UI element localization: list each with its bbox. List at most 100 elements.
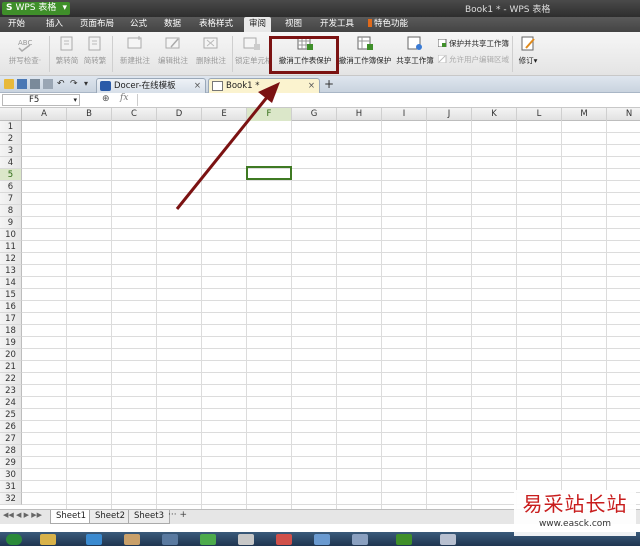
row-header[interactable]: 25 [0, 409, 22, 421]
row-header[interactable]: 10 [0, 229, 22, 241]
zoom-icon[interactable]: ⊕ [102, 94, 110, 104]
tab-home[interactable]: 开始 [8, 17, 25, 32]
column-header[interactable]: A [22, 108, 67, 121]
row-header[interactable]: 9 [0, 217, 22, 229]
allow-edit-ranges-button[interactable]: 允许用户编辑区域 [437, 54, 509, 65]
revise-button[interactable]: 修订▾ [515, 35, 541, 66]
column-header[interactable]: K [472, 108, 517, 121]
share-workbook-button[interactable]: 共享工作簿 [396, 35, 434, 66]
row-header[interactable]: 14 [0, 277, 22, 289]
undo-icon[interactable]: ↶ [57, 79, 67, 89]
row-header[interactable]: 23 [0, 385, 22, 397]
taskbar-wps-icon[interactable] [396, 534, 412, 545]
unprotect-workbook-button[interactable]: 撤消工作簿保护 [338, 35, 392, 66]
open-folder-icon[interactable] [4, 79, 14, 89]
row-header[interactable]: 26 [0, 421, 22, 433]
column-header[interactable]: H [337, 108, 382, 121]
row-header[interactable]: 29 [0, 457, 22, 469]
new-tab-button[interactable]: + [324, 77, 334, 91]
taskbar-app-icon[interactable] [162, 534, 178, 545]
lock-cell-button[interactable]: 锁定单元格 [235, 35, 269, 66]
row-header[interactable]: 12 [0, 253, 22, 265]
cell-area[interactable] [22, 121, 640, 509]
tab-review[interactable]: 审阅 [244, 17, 272, 32]
row-header[interactable]: 15 [0, 289, 22, 301]
row-header[interactable]: 1 [0, 121, 22, 133]
tab-formulas[interactable]: 公式 [130, 17, 147, 32]
row-header[interactable]: 6 [0, 181, 22, 193]
tab-data[interactable]: 数据 [164, 17, 181, 32]
column-header[interactable]: B [67, 108, 112, 121]
tab-insert[interactable]: 插入 [46, 17, 63, 32]
sheet-tab-sheet3[interactable]: Sheet3 [128, 510, 170, 524]
column-header[interactable]: I [382, 108, 427, 121]
spell-check-button[interactable]: ABC 拼写检查· [5, 35, 45, 66]
tab-book1[interactable]: Book1 * × [208, 78, 320, 93]
taskbar-app-icon[interactable] [352, 534, 368, 545]
column-header[interactable]: D [157, 108, 202, 121]
print-icon[interactable] [30, 79, 40, 89]
row-header[interactable]: 32 [0, 493, 22, 505]
column-header[interactable]: J [427, 108, 472, 121]
row-header[interactable]: 3 [0, 145, 22, 157]
row-header[interactable]: 30 [0, 469, 22, 481]
edit-comment-button[interactable]: 编辑批注 [155, 35, 191, 66]
print-preview-icon[interactable] [43, 79, 53, 89]
start-button-icon[interactable] [6, 534, 22, 545]
protect-share-workbook-button[interactable]: 保护并共享工作簿 [437, 38, 509, 49]
tab-table-styles[interactable]: 表格样式 [199, 17, 233, 32]
redo-icon[interactable]: ↷ [70, 79, 80, 89]
taskbar-app-icon[interactable] [200, 534, 216, 545]
column-header[interactable]: M [562, 108, 607, 121]
tab-page-layout[interactable]: 页面布局 [80, 17, 114, 32]
taskbar-app-icon[interactable] [440, 534, 456, 545]
row-header-selected[interactable]: 5 [0, 169, 22, 181]
row-header[interactable]: 2 [0, 133, 22, 145]
row-header[interactable]: 18 [0, 325, 22, 337]
name-box[interactable]: F5 ▾ [2, 94, 80, 106]
row-header[interactable]: 22 [0, 373, 22, 385]
row-header[interactable]: 8 [0, 205, 22, 217]
sheet-tab-sheet1[interactable]: Sheet1 [50, 510, 92, 524]
column-header[interactable]: N [607, 108, 640, 121]
row-header[interactable]: 11 [0, 241, 22, 253]
tab-docer-templates[interactable]: Docer-在线模板 × [96, 78, 206, 93]
wps-app-menu-button[interactable]: S WPS 表格 ▾ [2, 2, 70, 15]
row-header[interactable]: 7 [0, 193, 22, 205]
sheet-tab-sheet2[interactable]: Sheet2 [89, 510, 131, 524]
row-header[interactable]: 31 [0, 481, 22, 493]
insert-function-icon[interactable]: fx [120, 93, 128, 103]
close-icon[interactable]: × [308, 79, 315, 93]
selected-cell-f5[interactable] [246, 166, 292, 180]
column-header[interactable]: C [112, 108, 157, 121]
row-header[interactable]: 21 [0, 361, 22, 373]
column-header-selected[interactable]: F [247, 108, 292, 121]
row-header[interactable]: 16 [0, 301, 22, 313]
simp-to-trad-button[interactable]: 简转繁 [83, 35, 107, 66]
row-header[interactable]: 20 [0, 349, 22, 361]
row-header[interactable]: 24 [0, 397, 22, 409]
column-header[interactable]: G [292, 108, 337, 121]
row-header[interactable]: 4 [0, 157, 22, 169]
save-icon[interactable] [17, 79, 27, 89]
delete-comment-button[interactable]: 删除批注 [193, 35, 229, 66]
tab-developer[interactable]: 开发工具 [320, 17, 354, 32]
column-header[interactable]: L [517, 108, 562, 121]
row-header[interactable]: 28 [0, 445, 22, 457]
taskbar-app-icon[interactable] [314, 534, 330, 545]
new-comment-button[interactable]: 新建批注 [117, 35, 153, 66]
taskbar-app-icon[interactable] [86, 534, 102, 545]
sheet-nav-arrows[interactable]: ◀◀ ◀ ▶ ▶▶ [3, 511, 42, 519]
customize-toolbar-icon[interactable]: ▾ [84, 79, 94, 89]
taskbar-app-icon[interactable] [238, 534, 254, 545]
add-sheet-button[interactable]: ··· + [168, 510, 187, 520]
row-header[interactable]: 27 [0, 433, 22, 445]
taskbar-app-icon[interactable] [124, 534, 140, 545]
tab-view[interactable]: 视图 [285, 17, 302, 32]
tab-special-features[interactable]: 特色功能 [368, 17, 408, 32]
row-header[interactable]: 17 [0, 313, 22, 325]
column-header[interactable]: E [202, 108, 247, 121]
formula-input[interactable] [137, 94, 640, 106]
close-icon[interactable]: × [194, 79, 201, 93]
taskbar-app-icon[interactable] [40, 534, 56, 545]
